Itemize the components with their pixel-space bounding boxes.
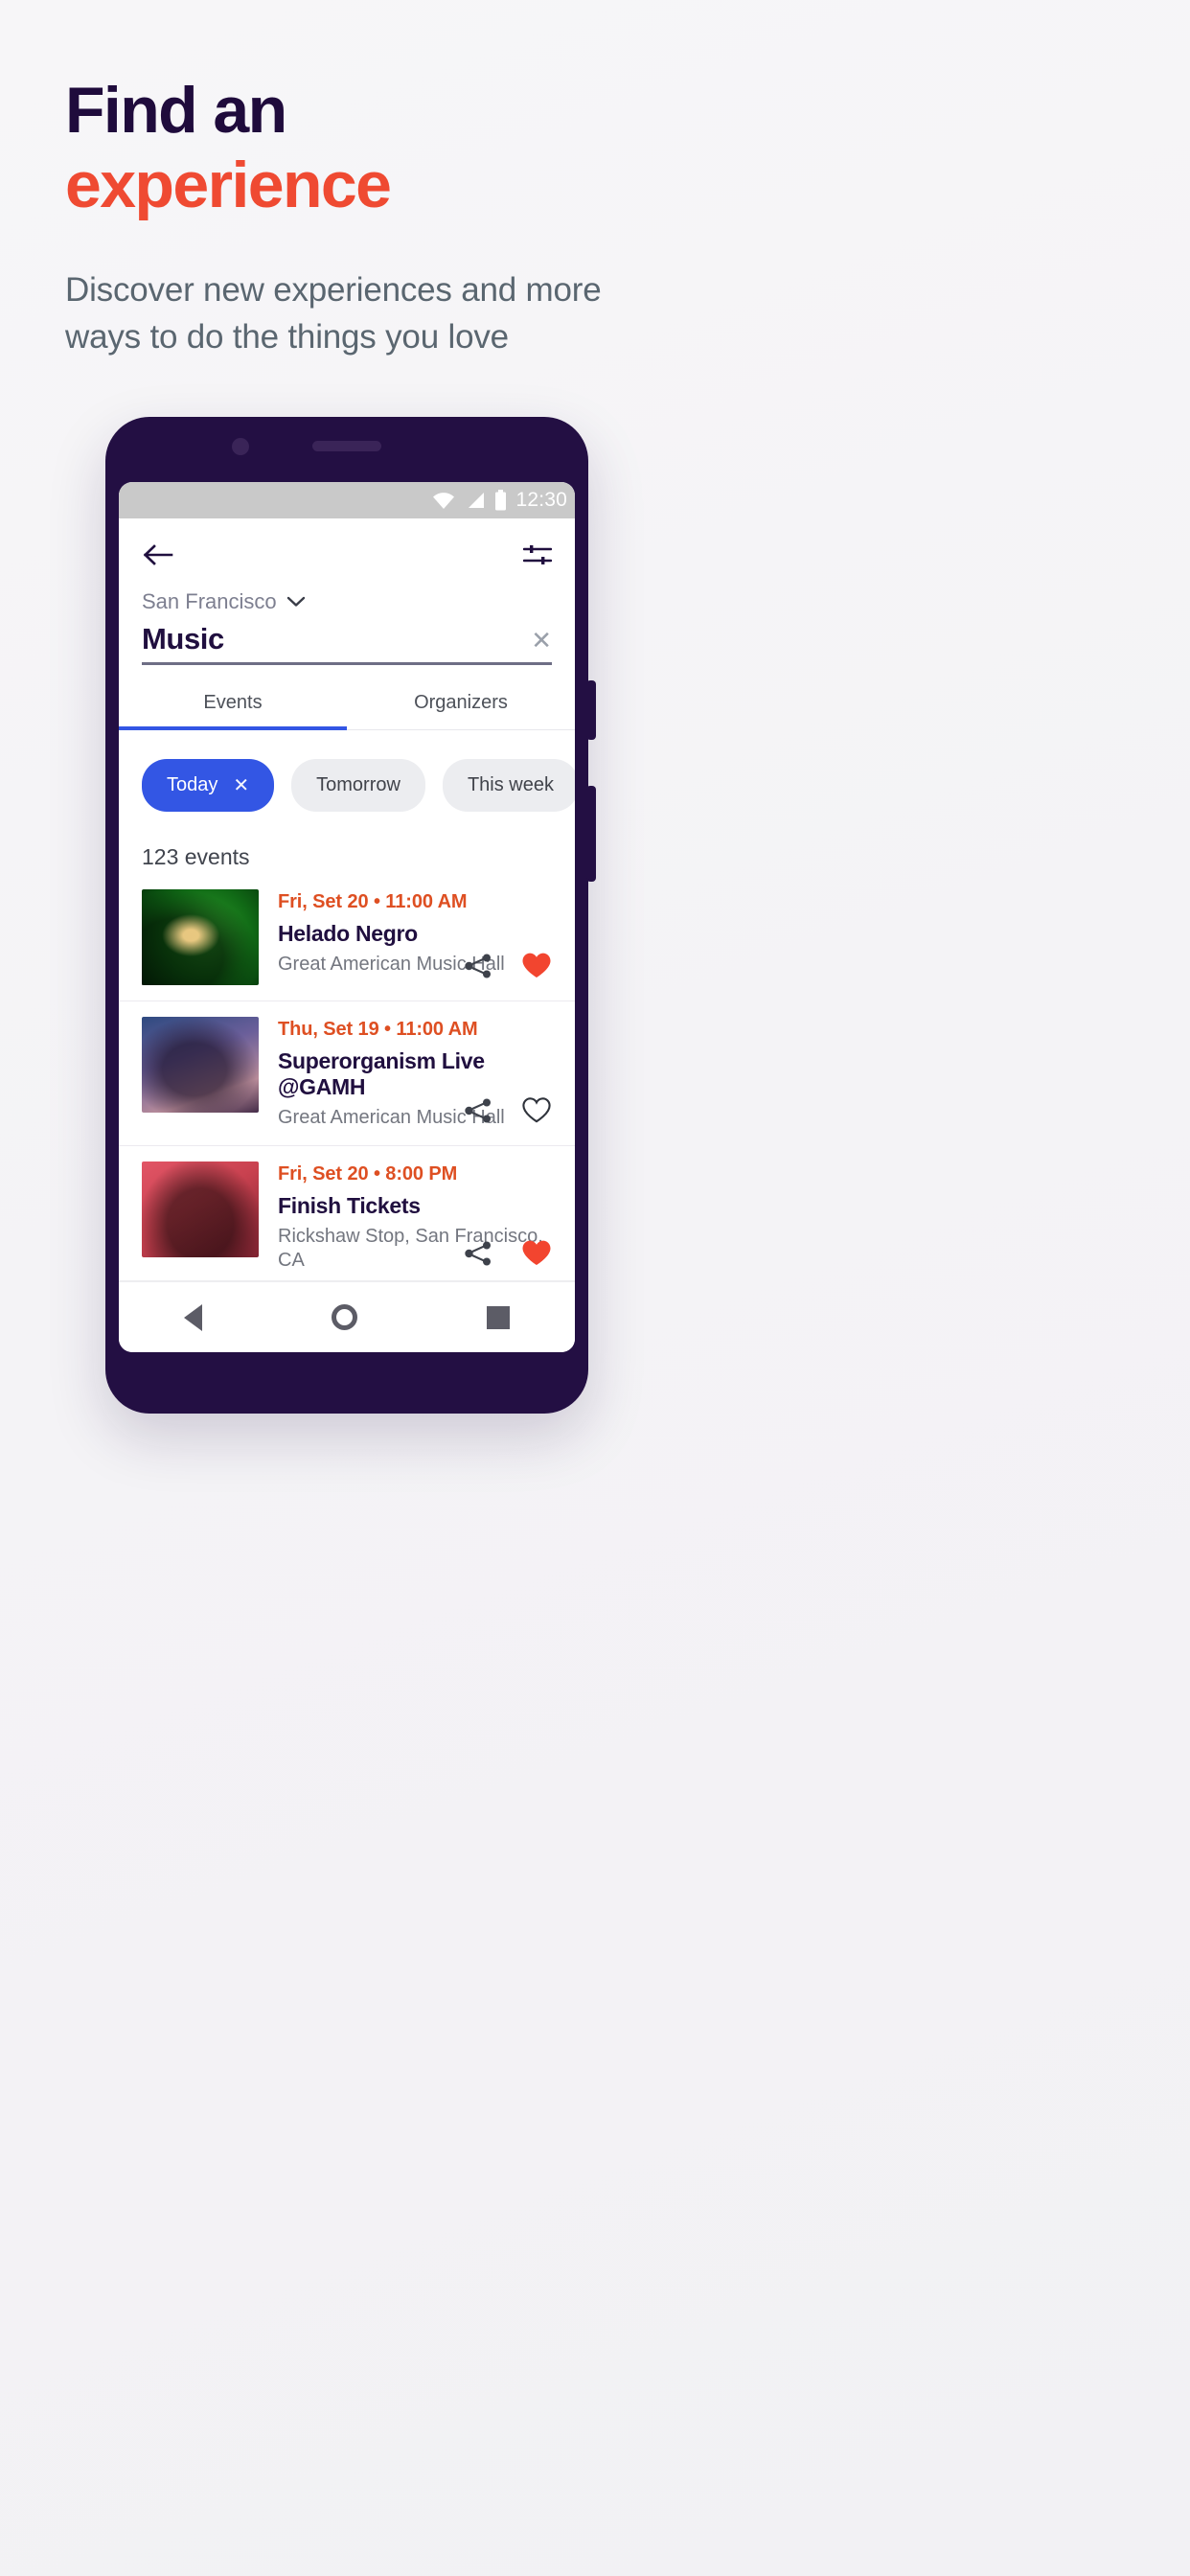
event-actions	[464, 952, 552, 979]
search-clear-button[interactable]: ✕	[531, 628, 552, 656]
event-thumbnail	[142, 1162, 259, 1257]
tab-events[interactable]: Events	[119, 692, 347, 730]
filter-chip-tomorrow[interactable]: Tomorrow	[291, 759, 425, 812]
event-actions	[464, 1239, 552, 1267]
phone-side-button-upper	[586, 680, 596, 740]
event-actions	[464, 1096, 552, 1124]
title-line-1: Find an	[65, 74, 287, 147]
heart-outline-icon[interactable]	[521, 1096, 552, 1124]
location-selector[interactable]: San Francisco	[119, 568, 575, 614]
table-row[interactable]: Thu, Set 19 • 11:00 AM Superorganism Liv…	[119, 1017, 575, 1146]
phone-screen: 12:30 San Francisco Music ✕ Events Organ…	[119, 482, 575, 1352]
location-label: San Francisco	[142, 589, 277, 613]
filter-chip-label: Today	[167, 774, 218, 795]
search-input[interactable]: Music ✕	[142, 622, 552, 665]
title-line-2: experience	[65, 149, 392, 221]
app-bar	[119, 518, 575, 568]
tab-bar: Events Organizers	[119, 692, 575, 730]
event-title: Finish Tickets	[278, 1193, 421, 1218]
phone-speaker-grill	[312, 441, 381, 451]
hero-subtitle: Discover new experiences and more ways t…	[65, 271, 602, 356]
search-field-wrapper: Music ✕	[119, 614, 575, 665]
nav-home-circle-icon[interactable]	[331, 1304, 357, 1330]
heart-filled-icon[interactable]	[521, 952, 552, 979]
share-icon[interactable]	[464, 1097, 492, 1124]
marketing-page: Find an experience Discover new experien…	[0, 0, 1190, 2576]
nav-recents-square-icon[interactable]	[487, 1305, 511, 1329]
event-date: Fri, Set 20 • 11:00 AM	[278, 891, 468, 912]
signal-icon	[469, 493, 485, 508]
android-nav-bar	[119, 1281, 575, 1352]
table-row[interactable]: Fri, Set 20 • 11:00 AM Helado Negro Grea…	[119, 889, 575, 1001]
nav-back-triangle-icon[interactable]	[183, 1303, 202, 1331]
hero-section: Find an experience Discover new experien…	[65, 73, 1023, 360]
event-thumbnail	[142, 889, 259, 985]
filter-sliders-icon[interactable]	[523, 542, 552, 567]
search-query-value: Music	[142, 622, 224, 656]
table-row[interactable]: Fri, Set 20 • 8:00 PM Finish Tickets Ric…	[119, 1162, 575, 1289]
filter-chip-row[interactable]: Today ✕ Tomorrow This week	[119, 730, 575, 812]
page-title: Find an experience	[65, 73, 1023, 222]
share-icon[interactable]	[464, 953, 492, 979]
results-count: 123 events	[142, 844, 250, 869]
filter-chip-this-week[interactable]: This week	[442, 759, 575, 812]
phone-mockup: 12:30 San Francisco Music ✕ Events Organ…	[105, 417, 596, 1414]
phone-camera-icon	[232, 438, 249, 455]
share-icon[interactable]	[464, 1240, 492, 1267]
chevron-down-icon	[286, 596, 305, 607]
tab-organizers[interactable]: Organizers	[347, 692, 575, 729]
close-icon[interactable]: ✕	[233, 773, 249, 797]
heart-filled-icon[interactable]	[521, 1239, 552, 1267]
filter-chip-today[interactable]: Today ✕	[142, 759, 275, 812]
battery-icon	[495, 490, 507, 511]
status-bar-clock: 12:30	[515, 489, 567, 511]
event-date: Fri, Set 20 • 8:00 PM	[278, 1163, 458, 1184]
event-title: Helado Negro	[278, 921, 418, 946]
status-bar: 12:30	[119, 482, 575, 518]
wifi-icon	[433, 493, 455, 509]
event-title: Superorganism Live @GAMH	[278, 1048, 485, 1099]
event-thumbnail	[142, 1017, 259, 1113]
event-date: Thu, Set 19 • 11:00 AM	[278, 1019, 478, 1040]
phone-side-button-lower	[586, 786, 596, 882]
back-arrow-icon[interactable]	[142, 541, 174, 568]
